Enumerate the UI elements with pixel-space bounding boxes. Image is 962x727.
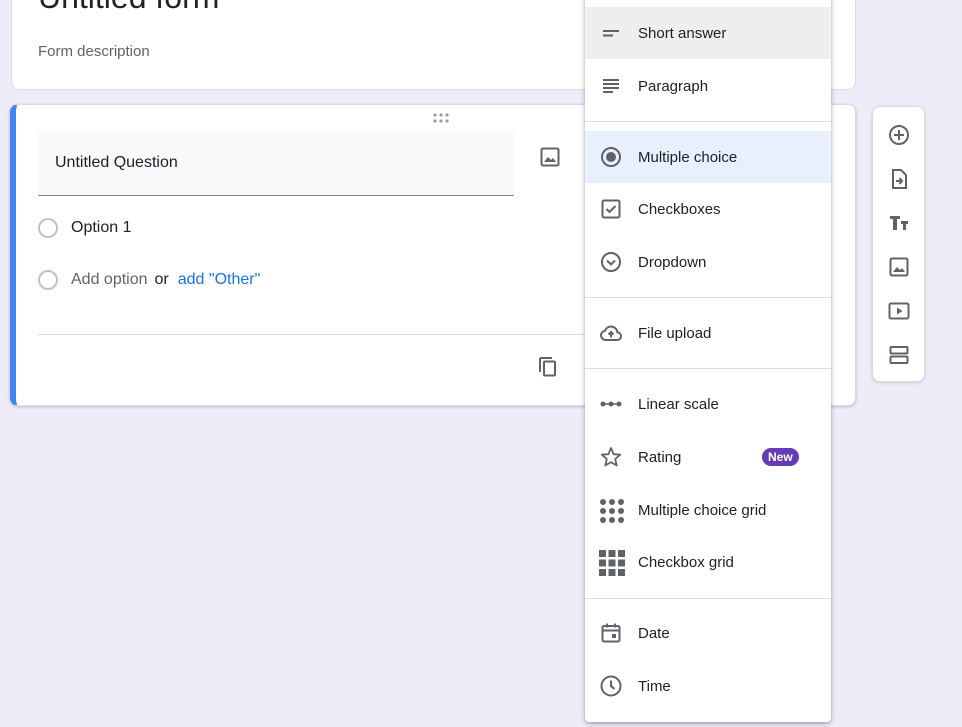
menu-item-label: Date bbox=[638, 624, 670, 642]
clock-icon bbox=[599, 674, 623, 698]
linear-scale-icon bbox=[599, 392, 623, 416]
divider bbox=[38, 334, 586, 335]
form-description[interactable]: Form description bbox=[38, 43, 150, 60]
option-row[interactable]: Option 1 bbox=[38, 218, 131, 238]
paragraph-icon bbox=[599, 74, 623, 98]
menu-item-label: Time bbox=[638, 677, 671, 695]
menu-item-linear-scale[interactable]: Linear scale bbox=[585, 378, 831, 430]
menu-separator bbox=[585, 368, 831, 369]
import-questions-icon[interactable] bbox=[887, 167, 911, 191]
add-image-icon[interactable] bbox=[887, 255, 911, 279]
menu-separator bbox=[585, 297, 831, 298]
add-title-icon[interactable] bbox=[887, 211, 911, 235]
question-type-menu: Short answer Paragraph Multiple choice C… bbox=[585, 0, 831, 722]
menu-item-time[interactable]: Time bbox=[585, 660, 831, 712]
add-other-button[interactable]: add "Other" bbox=[178, 271, 261, 289]
duplicate-icon[interactable] bbox=[536, 355, 560, 379]
menu-item-file-upload[interactable]: File upload bbox=[585, 307, 831, 359]
square-grid-icon bbox=[599, 550, 625, 576]
menu-item-label: Checkbox grid bbox=[638, 553, 734, 571]
menu-item-rating[interactable]: Rating New bbox=[585, 431, 831, 483]
add-option-row: Add option or add "Other" bbox=[38, 270, 260, 290]
menu-item-short-answer[interactable]: Short answer bbox=[585, 7, 831, 59]
or-label: or bbox=[154, 271, 169, 288]
menu-item-label: Multiple choice grid bbox=[638, 501, 767, 519]
checkbox-icon bbox=[599, 197, 623, 221]
drag-handle-icon[interactable] bbox=[431, 112, 451, 124]
menu-item-checkboxes[interactable]: Checkboxes bbox=[585, 183, 831, 235]
menu-item-label: Linear scale bbox=[638, 395, 719, 413]
menu-item-label: Short answer bbox=[638, 24, 727, 42]
radio-icon bbox=[38, 218, 58, 238]
menu-item-checkbox-grid[interactable]: Checkbox grid bbox=[585, 536, 831, 588]
menu-item-date[interactable]: Date bbox=[585, 607, 831, 659]
menu-item-label: Rating bbox=[638, 448, 682, 466]
menu-item-multiple-choice-grid[interactable]: Multiple choice grid bbox=[585, 484, 831, 536]
add-video-icon[interactable] bbox=[887, 299, 911, 323]
menu-item-label: Multiple choice bbox=[638, 148, 738, 166]
add-option-button[interactable]: Add option bbox=[71, 271, 148, 289]
form-title[interactable]: Untitled form bbox=[38, 0, 219, 15]
menu-separator bbox=[585, 598, 831, 599]
add-section-icon[interactable] bbox=[887, 343, 911, 367]
add-question-icon[interactable] bbox=[887, 123, 911, 147]
radio-button-icon bbox=[599, 145, 623, 169]
dropdown-icon bbox=[599, 250, 623, 274]
new-badge: New bbox=[762, 448, 799, 466]
menu-item-paragraph[interactable]: Paragraph bbox=[585, 60, 831, 112]
add-image-icon[interactable] bbox=[538, 145, 562, 169]
menu-item-label: Checkboxes bbox=[638, 200, 721, 218]
dot-grid-icon bbox=[599, 498, 624, 523]
radio-icon bbox=[38, 270, 58, 290]
menu-item-label: Dropdown bbox=[638, 253, 707, 271]
side-toolbar bbox=[872, 106, 925, 382]
calendar-icon bbox=[599, 621, 623, 645]
menu-item-label: File upload bbox=[638, 324, 712, 342]
option-label[interactable]: Option 1 bbox=[71, 219, 131, 237]
menu-item-dropdown[interactable]: Dropdown bbox=[585, 236, 831, 288]
star-icon bbox=[599, 445, 623, 469]
menu-item-label: Paragraph bbox=[638, 77, 709, 95]
cloud-upload-icon bbox=[599, 321, 623, 345]
short-answer-icon bbox=[599, 21, 623, 45]
menu-item-multiple-choice[interactable]: Multiple choice bbox=[585, 131, 831, 183]
menu-separator bbox=[585, 121, 831, 122]
question-title-input[interactable]: Untitled Question bbox=[38, 132, 514, 196]
